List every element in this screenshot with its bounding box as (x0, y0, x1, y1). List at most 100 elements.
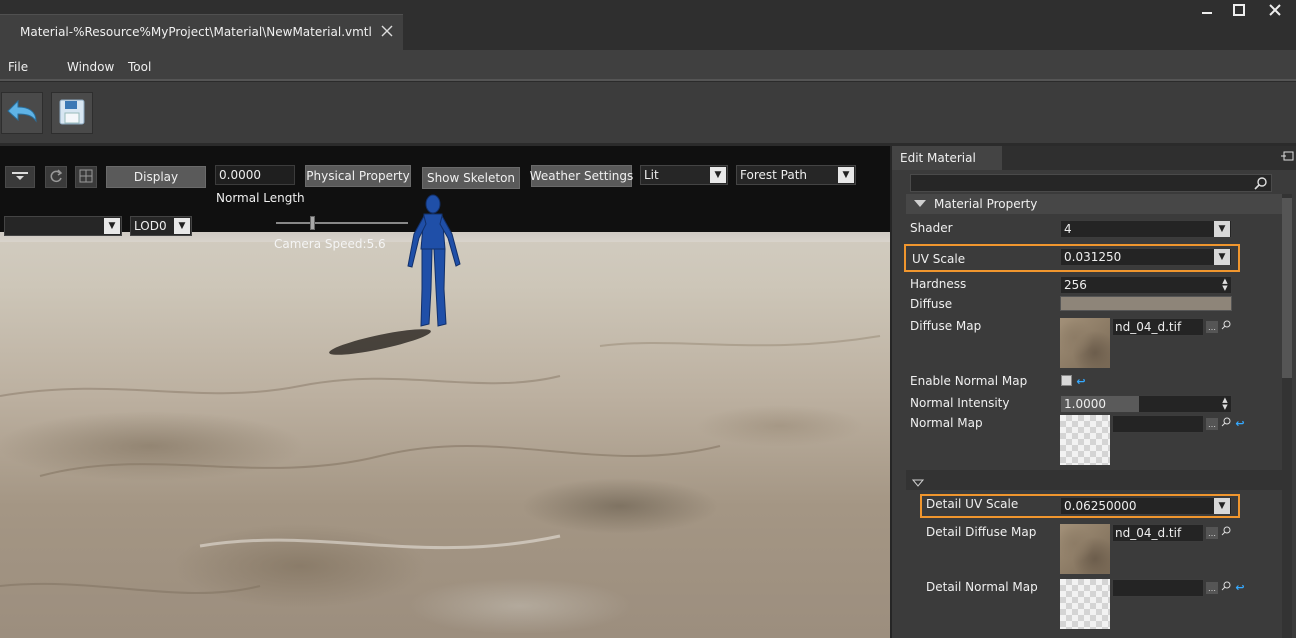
enable-normal-map-checkbox[interactable] (1061, 375, 1072, 386)
detail-uv-scale-value: 0.06250000 (1064, 499, 1137, 513)
lod-value: LOD0 (134, 219, 167, 233)
locate-search-icon[interactable] (1220, 416, 1232, 431)
toggle-grid-button[interactable] (75, 166, 97, 188)
normal-map-label: Normal Map (910, 416, 983, 430)
collapse-triangle-icon (914, 197, 926, 211)
normal-length-label: Normal Length (216, 191, 305, 205)
chevron-down-icon: ▼ (1214, 498, 1230, 514)
detail-uv-scale-select[interactable]: 0.06250000 ▼ (1060, 497, 1232, 515)
enable-normal-map-label: Enable Normal Map (910, 374, 1028, 388)
chevron-down-icon: ▼ (104, 218, 120, 234)
hardness-label: Hardness (910, 277, 967, 291)
toolbar (0, 82, 1296, 143)
normal-map-file-field[interactable] (1112, 415, 1204, 433)
menu-window[interactable]: Window (67, 60, 114, 74)
hardness-spinbox[interactable]: 256 ▲ ▼ (1060, 276, 1232, 294)
environment-select[interactable]: Forest Path ▼ (736, 165, 856, 185)
shader-select[interactable]: 4 ▼ (1060, 220, 1232, 238)
reset-arrow-icon[interactable]: ↩ (1075, 375, 1087, 388)
show-skeleton-button[interactable]: Show Skeleton (422, 167, 520, 189)
menu-file[interactable]: File (8, 60, 28, 74)
scrollbar-thumb[interactable] (1282, 198, 1292, 378)
viewport-menu-button[interactable] (5, 166, 35, 188)
chevron-down-icon: ▼ (838, 167, 854, 183)
diffuse-label: Diffuse (910, 297, 953, 311)
document-tab[interactable]: Material-%Resource%MyProject\Material\Ne… (0, 14, 403, 50)
shader-label: Shader (910, 221, 953, 235)
uv-scale-value: 0.031250 (1064, 250, 1122, 264)
detail-section-header[interactable] (906, 470, 1282, 490)
edit-material-panel: Edit Material Material Property Shader 4… (890, 146, 1296, 638)
camera-speed-slider-handle[interactable] (310, 216, 315, 230)
weather-settings-button[interactable]: Weather Settings (530, 165, 633, 187)
document-tab-title: Material-%Resource%MyProject\Material\Ne… (20, 25, 372, 39)
lighting-mode-select[interactable]: Lit ▼ (640, 165, 728, 185)
detail-normal-map-thumbnail[interactable] (1060, 579, 1110, 629)
search-icon[interactable] (1253, 176, 1269, 190)
normal-intensity-value: 1.0000 (1064, 397, 1106, 411)
browse-ellipsis-icon[interactable]: … (1206, 321, 1218, 333)
browse-ellipsis-icon[interactable]: … (1206, 418, 1218, 430)
chevron-down-icon: ▼ (174, 218, 190, 234)
title-bar: Material-%Resource%MyProject\Material\Ne… (0, 0, 1296, 50)
close-window-icon[interactable] (1260, 0, 1290, 20)
undo-button[interactable] (1, 92, 43, 134)
reset-arrow-icon[interactable]: ↩ (1234, 417, 1246, 430)
chevron-down-icon: ▼ (1214, 249, 1230, 265)
maximize-icon[interactable] (1224, 0, 1254, 20)
collapse-triangle-icon (911, 476, 925, 490)
normal-intensity-slider[interactable]: 1.0000 ▲ ▼ (1060, 395, 1232, 413)
diffuse-map-thumbnail[interactable] (1060, 318, 1110, 368)
browse-ellipsis-icon[interactable]: … (1206, 527, 1218, 539)
physical-property-button[interactable]: Physical Property (305, 165, 411, 187)
display-button[interactable]: Display (106, 166, 206, 188)
menu-tool[interactable]: Tool (128, 60, 151, 74)
detail-diffuse-map-file-field[interactable]: nd_04_d.tif (1112, 524, 1204, 542)
uv-scale-select[interactable]: 0.031250 ▼ (1060, 248, 1232, 266)
lod-select[interactable]: LOD0 ▼ (130, 216, 192, 236)
diffuse-color-swatch[interactable] (1060, 296, 1232, 311)
normal-intensity-label: Normal Intensity (910, 396, 1010, 410)
refresh-icon (49, 168, 63, 186)
minimize-icon[interactable] (1192, 0, 1222, 20)
shader-value: 4 (1064, 222, 1072, 236)
property-search-input[interactable] (910, 174, 1272, 192)
material-property-section-header[interactable]: Material Property (906, 194, 1282, 214)
environment-value: Forest Path (740, 168, 808, 182)
close-tab-icon[interactable] (380, 24, 394, 38)
grid-icon (79, 169, 93, 186)
panel-tab-bar: Edit Material (892, 146, 1296, 170)
detail-uv-scale-label: Detail UV Scale (926, 497, 1019, 511)
locate-search-icon[interactable] (1220, 525, 1232, 540)
lighting-mode-value: Lit (644, 168, 659, 182)
3d-viewport[interactable]: Display 0.0000 Normal Length Physical Pr… (0, 146, 890, 638)
diffuse-map-file-field[interactable]: nd_04_d.tif (1112, 318, 1204, 336)
diffuse-map-label: Diffuse Map (910, 319, 982, 333)
spinner-arrows-icon[interactable]: ▲ ▼ (1219, 277, 1231, 293)
uv-scale-label: UV Scale (912, 252, 966, 266)
undo-icon (4, 97, 40, 130)
section-title: Material Property (934, 197, 1038, 211)
save-button[interactable] (51, 92, 93, 134)
detail-diffuse-map-label: Detail Diffuse Map (926, 525, 1037, 539)
detail-normal-map-file-field[interactable] (1112, 579, 1204, 597)
normal-length-input[interactable]: 0.0000 (215, 165, 295, 185)
mesh-select[interactable]: ▼ (4, 216, 122, 236)
reset-camera-button[interactable] (45, 166, 67, 188)
locate-search-icon[interactable] (1220, 580, 1232, 595)
camera-speed-slider[interactable] (276, 222, 408, 224)
tab-edit-material[interactable]: Edit Material (892, 146, 1002, 170)
save-icon (57, 97, 87, 130)
locate-search-icon[interactable] (1220, 319, 1232, 334)
browse-ellipsis-icon[interactable]: … (1206, 582, 1218, 594)
detail-diffuse-map-thumbnail[interactable] (1060, 524, 1110, 574)
camera-speed-label: Camera Speed:5.6 (274, 237, 386, 251)
chevron-down-icon: ▼ (1214, 221, 1230, 237)
spinner-arrows-icon[interactable]: ▲ ▼ (1219, 396, 1231, 412)
hamburger-icon (11, 170, 29, 184)
normal-map-thumbnail[interactable] (1060, 415, 1110, 465)
hardness-value: 256 (1064, 278, 1087, 292)
menu-bar: File Window Tool (0, 50, 1296, 81)
pin-icon[interactable] (1280, 151, 1294, 166)
reset-arrow-icon[interactable]: ↩ (1234, 581, 1246, 594)
